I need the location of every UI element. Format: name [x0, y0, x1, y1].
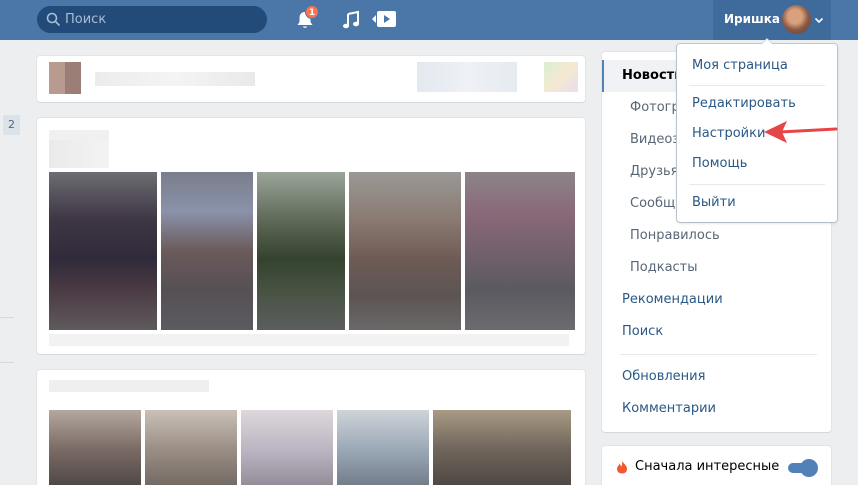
nav-item-news-label: Новости — [622, 68, 684, 83]
post-photo-6 — [49, 410, 141, 485]
menu-item-edit[interactable]: Редактировать — [692, 96, 796, 111]
post-author-blur — [95, 72, 255, 86]
nav-item-updates[interactable]: Обновления — [622, 369, 705, 384]
post-photo-9 — [337, 410, 429, 485]
post-author-avatar — [49, 62, 81, 94]
feed-post-3 — [37, 370, 585, 485]
post-caption-blur — [49, 380, 209, 392]
post-media-blur — [417, 62, 517, 92]
feed-filter-card: Сначала интересные — [602, 446, 831, 485]
nav-item-liked[interactable]: Понравилось — [630, 228, 720, 243]
post-photo-4 — [349, 172, 461, 330]
menu-item-logout[interactable]: Выйти — [692, 195, 736, 210]
post-media-blur — [544, 62, 578, 92]
left-counter-badge[interactable]: 2 — [3, 115, 20, 135]
post-avatar-blur — [49, 140, 109, 168]
top-bar: 1 Иришка — [0, 0, 858, 40]
toggle-knob[interactable] — [800, 459, 818, 477]
nav-item-recommendations[interactable]: Рекомендации — [622, 292, 723, 307]
profile-menu-button[interactable]: Иришка — [713, 0, 831, 40]
post-photo-3 — [257, 172, 345, 330]
post-photo-1 — [49, 172, 157, 330]
post-photo-7 — [145, 410, 237, 485]
post-photo-2 — [161, 172, 253, 330]
left-divider — [0, 317, 14, 318]
chevron-down-icon — [814, 17, 824, 24]
search-input[interactable] — [65, 6, 260, 33]
dropdown-divider — [689, 184, 825, 185]
fire-icon — [617, 460, 627, 474]
nav-item-search[interactable]: Поиск — [622, 324, 663, 339]
red-arrow-annotation — [764, 121, 838, 143]
search-box[interactable] — [37, 6, 267, 33]
filter-label: Сначала интересные — [635, 459, 780, 474]
post-caption-blur — [49, 130, 109, 140]
avatar — [782, 5, 811, 34]
post-photo-10 — [433, 410, 571, 485]
profile-name: Иришка — [724, 12, 781, 26]
search-icon — [46, 12, 60, 26]
post-photo-5 — [465, 172, 575, 330]
menu-item-settings[interactable]: Настройки — [692, 126, 765, 141]
menu-item-my-page[interactable]: Моя страница — [692, 58, 788, 73]
dropdown-divider — [689, 85, 825, 86]
left-divider — [0, 362, 14, 363]
nav-item-podcasts[interactable]: Подкасты — [630, 260, 698, 275]
feed-post-2 — [37, 118, 585, 354]
dropdown-caret-fill — [761, 39, 773, 45]
notification-badge: 1 — [305, 5, 319, 19]
feed-post-1 — [37, 56, 585, 102]
menu-item-help[interactable]: Помощь — [692, 156, 747, 171]
nav-item-comments[interactable]: Комментарии — [622, 401, 716, 416]
nav-item-friends[interactable]: Друзья — [630, 164, 679, 179]
post-photo-8 — [241, 410, 333, 485]
nav-divider — [620, 354, 817, 355]
music-icon[interactable] — [341, 9, 361, 31]
video-icon[interactable] — [370, 8, 398, 30]
post-footer-blur — [49, 334, 569, 346]
